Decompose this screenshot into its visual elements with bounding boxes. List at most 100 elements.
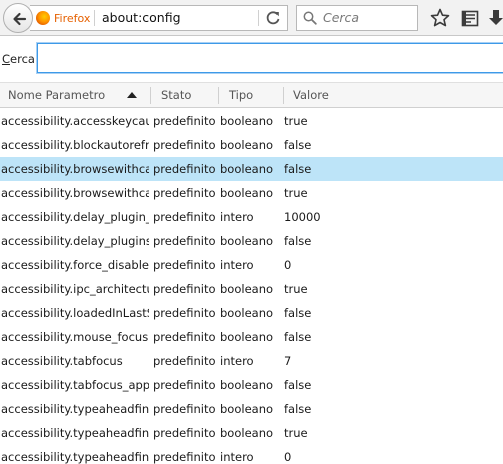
pref-type-cell: booleano [220, 114, 274, 128]
pref-type-cell: intero [220, 354, 254, 368]
pref-name-cell: accessibility.tabfocus_appl… [1, 378, 149, 392]
table-row[interactable]: accessibility.blockautorefr… predefinito b… [0, 133, 503, 157]
filter-row: Cerca: [0, 36, 503, 80]
pref-type-cell: booleano [220, 330, 274, 344]
pref-value-cell: 7 [284, 354, 292, 368]
pref-type-cell: booleano [220, 138, 274, 152]
table-body: accessibility.accesskeycau… predefinito bo… [0, 109, 503, 464]
pref-type-cell: intero [220, 210, 254, 224]
pref-status-cell: predefinito [153, 378, 216, 392]
url-bar[interactable]: Firefox about:config [30, 5, 288, 31]
url-separator [94, 10, 95, 26]
identity-box[interactable]: Firefox [36, 6, 90, 30]
pref-name-cell: accessibility.force_disabled [1, 258, 149, 272]
pref-value-cell: false [284, 306, 312, 320]
pref-name-cell: accessibility.tabfocus [1, 354, 123, 368]
column-header-tipo[interactable]: Tipo [229, 83, 253, 108]
pref-status-cell: predefinito [153, 450, 216, 464]
table-row[interactable]: accessibility.delay_plugins predefinito bo… [0, 229, 503, 253]
table-row[interactable]: accessibility.typeaheadfin… predefinito bo… [0, 421, 503, 445]
pref-value-cell: 0 [284, 450, 292, 464]
pref-name-cell: accessibility.typeaheadfind [1, 402, 149, 416]
pref-type-cell: booleano [220, 282, 274, 296]
search-bar[interactable]: Cerca [296, 5, 418, 31]
column-header-name[interactable]: Nome Parametro [8, 83, 105, 108]
download-arrow-icon[interactable] [487, 7, 503, 29]
column-separator[interactable] [283, 87, 284, 104]
magnifier-icon [303, 11, 317, 25]
pref-status-cell: predefinito [153, 138, 216, 152]
table-row[interactable]: accessibility.delay_plugin_… predefinito i… [0, 205, 503, 229]
pref-type-cell: intero [220, 258, 254, 272]
pref-value-cell: false [284, 234, 312, 248]
pref-name-cell: accessibility.typeaheadfin… [1, 450, 149, 464]
pref-name-cell: accessibility.blockautorefr… [1, 138, 149, 152]
search-placeholder: Cerca [323, 10, 360, 25]
pref-status-cell: predefinito [153, 186, 216, 200]
filter-label-rest: erca: [10, 52, 39, 66]
table-row[interactable]: accessibility.accesskeycau… predefinito bo… [0, 109, 503, 133]
pref-value-cell: true [284, 114, 308, 128]
pref-value-cell: false [284, 378, 312, 392]
pref-value-cell: false [284, 138, 312, 152]
column-header-valore[interactable]: Valore [293, 83, 329, 108]
pref-value-cell: true [284, 426, 308, 440]
navigation-toolbar: Firefox about:config Cerca [0, 0, 503, 36]
table-row[interactable]: accessibility.typeaheadfin… predefinito in… [0, 445, 503, 464]
reading-list-icon[interactable] [459, 7, 481, 29]
pref-value-cell: false [284, 402, 312, 416]
identity-label: Firefox [54, 11, 91, 25]
pref-type-cell: booleano [220, 162, 274, 176]
pref-status-cell: predefinito [153, 162, 216, 176]
pref-status-cell: predefinito [153, 234, 216, 248]
pref-status-cell: predefinito [153, 210, 216, 224]
table-row[interactable]: accessibility.force_disabled predefinito i… [0, 253, 503, 277]
pref-type-cell: booleano [220, 234, 274, 248]
column-separator[interactable] [218, 87, 219, 104]
pref-name-cell: accessibility.mouse_focus… [1, 330, 149, 344]
table-row[interactable]: accessibility.ipc_architectu… predefinito… [0, 277, 503, 301]
pref-type-cell: booleano [220, 186, 274, 200]
back-button[interactable] [3, 3, 33, 33]
table-row[interactable]: accessibility.browsewithca… predefinito bo… [0, 181, 503, 205]
sort-ascending-icon [127, 92, 137, 98]
filter-input[interactable] [37, 43, 503, 73]
pref-name-cell: accessibility.loadedInLastS… [1, 306, 149, 320]
pref-status-cell: predefinito [153, 114, 216, 128]
star-icon[interactable] [429, 7, 451, 29]
pref-value-cell: 0 [284, 258, 292, 272]
table-row[interactable]: accessibility.tabfocus predefinito intero 7 [0, 349, 503, 373]
pref-value-cell: true [284, 186, 308, 200]
table-row[interactable]: accessibility.mouse_focus… predefinito boo… [0, 325, 503, 349]
pref-name-cell: accessibility.accesskeycau… [1, 114, 149, 128]
pref-status-cell: predefinito [153, 354, 216, 368]
column-separator[interactable] [150, 87, 151, 104]
filter-label-accesskey: C [2, 52, 11, 66]
pref-name-cell: accessibility.typeaheadfin… [1, 426, 149, 440]
pref-name-cell: accessibility.browsewithca… [1, 186, 149, 200]
pref-status-cell: predefinito [153, 402, 216, 416]
reload-icon[interactable] [265, 10, 281, 26]
column-header-stato[interactable]: Stato [161, 83, 191, 108]
reload-separator [258, 10, 259, 26]
table-row[interactable]: accessibility.loadedInLastS… predefinito b… [0, 301, 503, 325]
table-row[interactable]: accessibility.typeaheadfind predefinito bo… [0, 397, 503, 421]
pref-type-cell: booleano [220, 426, 274, 440]
preferences-table: Nome Parametro Stato Tipo Valore accessi… [0, 82, 503, 464]
pref-type-cell: booleano [220, 306, 274, 320]
pref-name-cell: accessibility.delay_plugins [1, 234, 149, 248]
filter-label: Cerca: [2, 52, 39, 66]
table-row[interactable]: accessibility.tabfocus_appl… predefinito b… [0, 373, 503, 397]
pref-type-cell: booleano [220, 402, 274, 416]
pref-type-cell: booleano [220, 378, 274, 392]
firefox-logo-icon [36, 11, 50, 25]
table-header: Nome Parametro Stato Tipo Valore [0, 82, 503, 108]
pref-name-cell: accessibility.delay_plugin_… [1, 210, 149, 224]
pref-status-cell: predefinito [153, 306, 216, 320]
url-text[interactable]: about:config [102, 6, 181, 30]
pref-value-cell: true [284, 282, 308, 296]
pref-name-cell: accessibility.browsewithca… [1, 162, 149, 176]
pref-status-cell: predefinito [153, 258, 216, 272]
table-row[interactable]: accessibility.browsewithca… predefinito bo… [0, 157, 503, 181]
pref-status-cell: predefinito [153, 330, 216, 344]
